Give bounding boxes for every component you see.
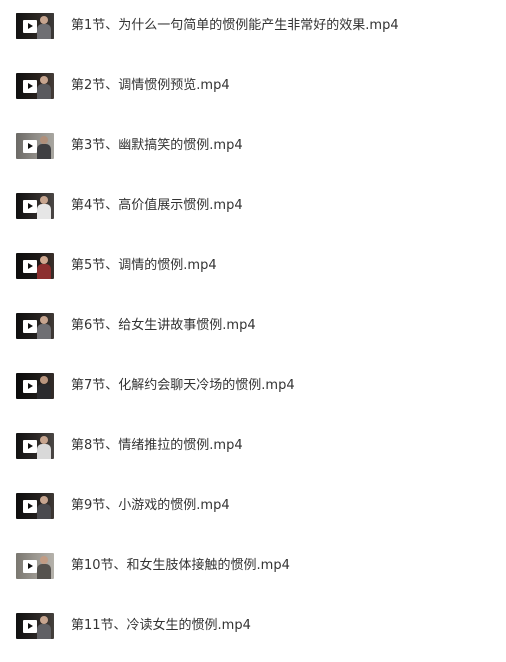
file-name[interactable]: 第3节、幽默搞笑的惯例.mp4 xyxy=(71,137,243,155)
file-name[interactable]: 第7节、化解约会聊天冷场的惯例.mp4 xyxy=(71,377,295,395)
list-item[interactable]: 第2节、调情惯例预览.mp4 xyxy=(0,66,506,106)
play-icon xyxy=(23,200,37,213)
video-thumbnail[interactable] xyxy=(16,313,54,339)
video-thumbnail[interactable] xyxy=(16,133,54,159)
list-item[interactable]: 第6节、给女生讲故事惯例.mp4 xyxy=(0,306,506,346)
list-item[interactable]: 第5节、调情的惯例.mp4 xyxy=(0,246,506,286)
play-icon xyxy=(23,560,37,573)
file-name[interactable]: 第6节、给女生讲故事惯例.mp4 xyxy=(71,317,256,335)
list-item[interactable]: 第11节、冷读女生的惯例.mp4 xyxy=(0,606,506,646)
video-thumbnail[interactable] xyxy=(16,433,54,459)
play-icon xyxy=(23,320,37,333)
video-thumbnail[interactable] xyxy=(16,373,54,399)
file-name[interactable]: 第1节、为什么一句简单的惯例能产生非常好的效果.mp4 xyxy=(71,17,399,35)
play-icon xyxy=(23,440,37,453)
video-thumbnail[interactable] xyxy=(16,493,54,519)
play-icon xyxy=(23,500,37,513)
video-thumbnail[interactable] xyxy=(16,553,54,579)
play-icon xyxy=(23,380,37,393)
file-name[interactable]: 第2节、调情惯例预览.mp4 xyxy=(71,77,230,95)
list-item[interactable]: 第4节、高价值展示惯例.mp4 xyxy=(0,186,506,226)
file-name[interactable]: 第11节、冷读女生的惯例.mp4 xyxy=(71,617,251,635)
file-name[interactable]: 第5节、调情的惯例.mp4 xyxy=(71,257,217,275)
video-thumbnail[interactable] xyxy=(16,73,54,99)
play-icon xyxy=(23,620,37,633)
list-item[interactable]: 第7节、化解约会聊天冷场的惯例.mp4 xyxy=(0,366,506,406)
file-name[interactable]: 第9节、小游戏的惯例.mp4 xyxy=(71,497,230,515)
video-thumbnail[interactable] xyxy=(16,13,54,39)
play-icon xyxy=(23,20,37,33)
file-name[interactable]: 第10节、和女生肢体接触的惯例.mp4 xyxy=(71,557,290,575)
play-icon xyxy=(23,140,37,153)
list-item[interactable]: 第1节、为什么一句简单的惯例能产生非常好的效果.mp4 xyxy=(0,6,506,46)
video-thumbnail[interactable] xyxy=(16,613,54,639)
video-file-list: 第1节、为什么一句简单的惯例能产生非常好的效果.mp4 第2节、调情惯例预览.m… xyxy=(0,0,506,662)
list-item[interactable]: 第3节、幽默搞笑的惯例.mp4 xyxy=(0,126,506,166)
list-item[interactable]: 第9节、小游戏的惯例.mp4 xyxy=(0,486,506,526)
file-name[interactable]: 第8节、情绪推拉的惯例.mp4 xyxy=(71,437,243,455)
list-item[interactable]: 第10节、和女生肢体接触的惯例.mp4 xyxy=(0,546,506,586)
video-thumbnail[interactable] xyxy=(16,253,54,279)
play-icon xyxy=(23,80,37,93)
file-name[interactable]: 第4节、高价值展示惯例.mp4 xyxy=(71,197,243,215)
video-thumbnail[interactable] xyxy=(16,193,54,219)
list-item[interactable]: 第8节、情绪推拉的惯例.mp4 xyxy=(0,426,506,466)
play-icon xyxy=(23,260,37,273)
